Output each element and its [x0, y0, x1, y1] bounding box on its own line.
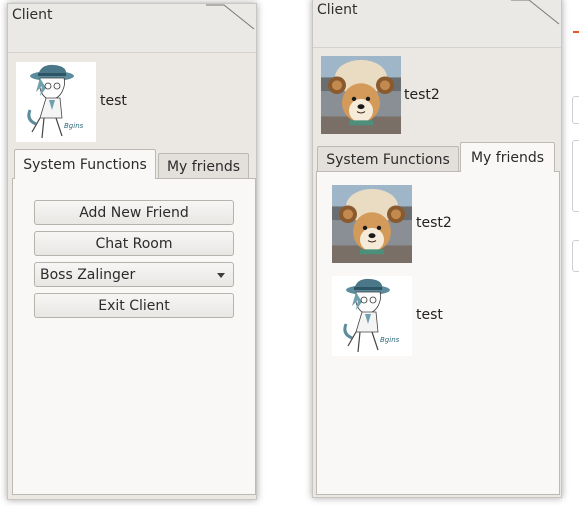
friend-avatar[interactable]: [332, 185, 412, 263]
friend-select-dropdown[interactable]: Boss Zalinger: [34, 262, 234, 287]
title-bar[interactable]: Client: [8, 4, 256, 53]
button-label: Exit Client: [98, 297, 170, 314]
exit-client-button[interactable]: Exit Client: [34, 293, 234, 318]
background-window-edge: [572, 240, 579, 272]
title-bar[interactable]: Client: [313, 0, 561, 48]
tab-label: My friends: [470, 149, 545, 166]
add-new-friend-button[interactable]: Add New Friend: [34, 200, 234, 225]
client-window-left: Client test System Functions My friends …: [7, 3, 257, 500]
button-label: Chat Room: [95, 235, 173, 252]
background-window-edge: [572, 140, 579, 212]
client-window-right: Client test2 System Functions My friends…: [312, 0, 562, 498]
avatar: [16, 62, 96, 142]
dropdown-value: Boss Zalinger: [40, 266, 136, 283]
background-accent-mark: [573, 31, 579, 33]
tab-label: System Functions: [326, 151, 450, 168]
tab-label: My friends: [166, 158, 241, 175]
chat-room-button[interactable]: Chat Room: [34, 231, 234, 256]
friend-avatar[interactable]: [332, 276, 412, 356]
title-corner-shape: [206, 4, 255, 30]
tab-system-functions[interactable]: System Functions: [14, 149, 156, 179]
friend-name[interactable]: test: [416, 307, 443, 323]
window-title: Client: [317, 2, 358, 18]
profile-name: test2: [404, 87, 440, 103]
window-title: Client: [12, 7, 53, 23]
title-corner-shape: [511, 0, 560, 25]
background-window-edge: [572, 96, 579, 124]
friends-list-panel: test2 test: [316, 171, 560, 495]
avatar: [321, 56, 401, 134]
tab-system-functions[interactable]: System Functions: [317, 146, 459, 172]
chevron-down-icon: [217, 273, 225, 278]
friend-name[interactable]: test2: [416, 215, 452, 231]
tab-my-friends[interactable]: My friends: [460, 142, 555, 172]
tab-my-friends[interactable]: My friends: [158, 153, 249, 179]
tab-label: System Functions: [23, 156, 147, 173]
system-functions-panel: Add New Friend Chat Room Boss Zalinger E…: [12, 178, 256, 495]
button-label: Add New Friend: [79, 204, 189, 221]
profile-name: test: [100, 93, 127, 109]
